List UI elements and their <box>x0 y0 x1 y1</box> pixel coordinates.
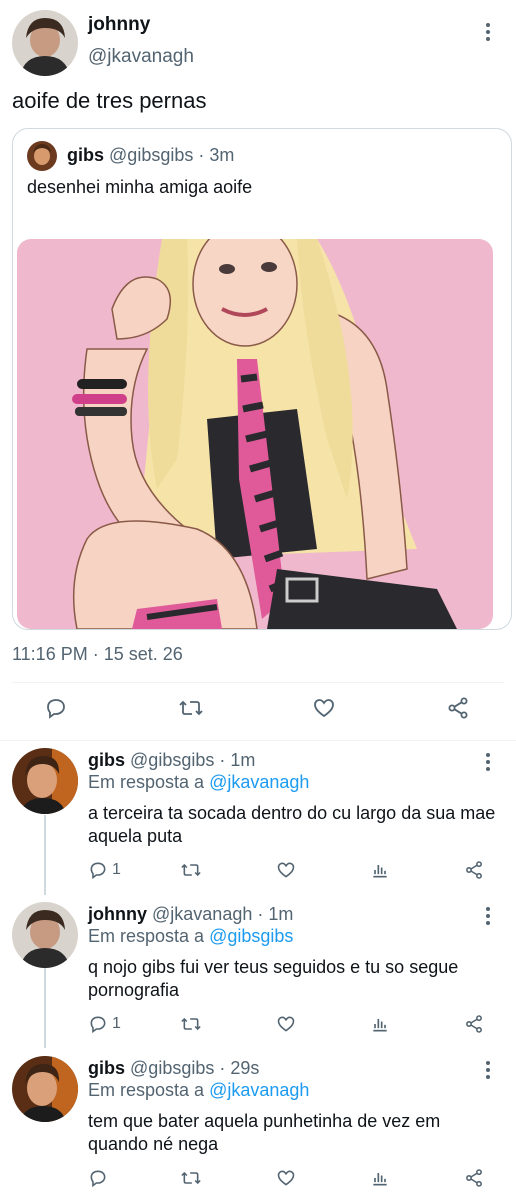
reply-context: Em resposta a @jkavanagh <box>88 1080 309 1101</box>
retweet-icon[interactable] <box>180 860 202 880</box>
reply-author-name[interactable]: gibs <box>88 1058 125 1078</box>
retweet-icon[interactable] <box>180 1168 202 1188</box>
reply-header: gibs @gibsgibs · 29s <box>88 1058 259 1079</box>
reply-header: johnny @jkavanagh · 1m <box>88 904 293 925</box>
reply-action-bar <box>0 1168 516 1192</box>
reply-tweet[interactable]: johnny @jkavanagh · 1m Em resposta a @gi… <box>0 896 516 1048</box>
reply-author-handle[interactable]: @jkavanagh <box>152 904 252 924</box>
johnny-avatar[interactable] <box>12 902 78 968</box>
quote-author-name: gibs <box>67 145 105 165</box>
reply-author-name[interactable]: johnny <box>88 904 147 924</box>
reply-text: a terceira ta socada dentro do cu largo … <box>88 803 496 846</box>
reply-tweet[interactable]: gibs @gibsgibs · 1m Em resposta a @jkava… <box>0 742 516 894</box>
quote-text: desenhei minha amiga aoife <box>27 177 253 197</box>
reply-prefix: Em resposta a <box>88 772 205 792</box>
analytics-icon[interactable] <box>370 1168 390 1188</box>
reply-icon[interactable] <box>88 1168 112 1188</box>
like-icon[interactable] <box>276 1014 296 1034</box>
reply-author-handle[interactable]: @gibsgibs <box>130 750 214 770</box>
more-icon[interactable] <box>478 1058 498 1082</box>
author-handle[interactable]: @jkavanagh <box>88 46 194 68</box>
reply-prefix: Em resposta a <box>88 926 205 946</box>
reply-to-link[interactable]: @gibsgibs <box>209 926 293 946</box>
reply-tweet[interactable]: gibs @gibsgibs · 29s Em resposta a @jkav… <box>0 1050 516 1200</box>
reply-time: · 1m <box>257 904 294 924</box>
reply-context: Em resposta a @gibsgibs <box>88 926 293 947</box>
more-icon[interactable] <box>478 904 498 928</box>
reply-prefix: Em resposta a <box>88 1080 205 1100</box>
reply-text: tem que bater aquela punhetinha de vez e… <box>88 1111 441 1154</box>
reply-icon[interactable]: 1 <box>88 1014 121 1034</box>
gibs-avatar[interactable] <box>12 748 78 814</box>
reply-time: · 1m <box>219 750 256 770</box>
quote-image[interactable] <box>17 239 493 629</box>
tweet-timestamp: 11:16 PM · 15 set. 26 <box>12 644 183 664</box>
like-icon[interactable] <box>276 860 296 880</box>
analytics-icon[interactable] <box>370 1014 390 1034</box>
reply-action-bar: 1 <box>0 1014 516 1038</box>
more-icon[interactable] <box>478 750 498 774</box>
reply-context: Em resposta a @jkavanagh <box>88 772 309 793</box>
reply-author-handle[interactable]: @gibsgibs <box>130 1058 214 1078</box>
author-name[interactable]: johnny <box>88 14 150 36</box>
johnny-avatar[interactable] <box>12 10 78 76</box>
reply-time: · 29s <box>219 1058 260 1078</box>
retweet-icon[interactable] <box>178 696 204 720</box>
gibs-avatar[interactable] <box>12 1056 78 1122</box>
divider <box>0 740 516 741</box>
reply-icon[interactable] <box>44 696 68 720</box>
main-action-bar <box>0 696 516 726</box>
reply-text: q nojo gibs fui ver teus seguidos e tu s… <box>88 957 459 1000</box>
reply-to-link[interactable]: @jkavanagh <box>209 1080 309 1100</box>
tweet-text: aoife de tres pernas <box>12 88 207 113</box>
reply-count: 1 <box>112 1015 121 1032</box>
reply-count: 1 <box>112 861 121 878</box>
reply-to-link[interactable]: @jkavanagh <box>209 772 309 792</box>
like-icon[interactable] <box>312 696 336 720</box>
reply-icon[interactable]: 1 <box>88 860 121 880</box>
reply-author-name[interactable]: gibs <box>88 750 125 770</box>
divider <box>12 682 504 683</box>
quote-time: · 3m <box>198 145 235 165</box>
share-icon[interactable] <box>446 696 470 720</box>
gibs-avatar <box>27 141 57 171</box>
share-icon[interactable] <box>464 1014 484 1034</box>
quoted-tweet[interactable]: gibs @gibsgibs · 3m desenhei minha amiga… <box>12 128 512 630</box>
share-icon[interactable] <box>464 860 484 880</box>
like-icon[interactable] <box>276 1168 296 1188</box>
retweet-icon[interactable] <box>180 1014 202 1034</box>
reply-header: gibs @gibsgibs · 1m <box>88 750 255 771</box>
reply-action-bar: 1 <box>0 860 516 884</box>
more-icon[interactable] <box>478 20 498 44</box>
quote-author-handle: @gibsgibs <box>109 145 194 165</box>
quote-header: gibs @gibsgibs · 3m <box>67 145 234 166</box>
share-icon[interactable] <box>464 1168 484 1188</box>
analytics-icon[interactable] <box>370 860 390 880</box>
